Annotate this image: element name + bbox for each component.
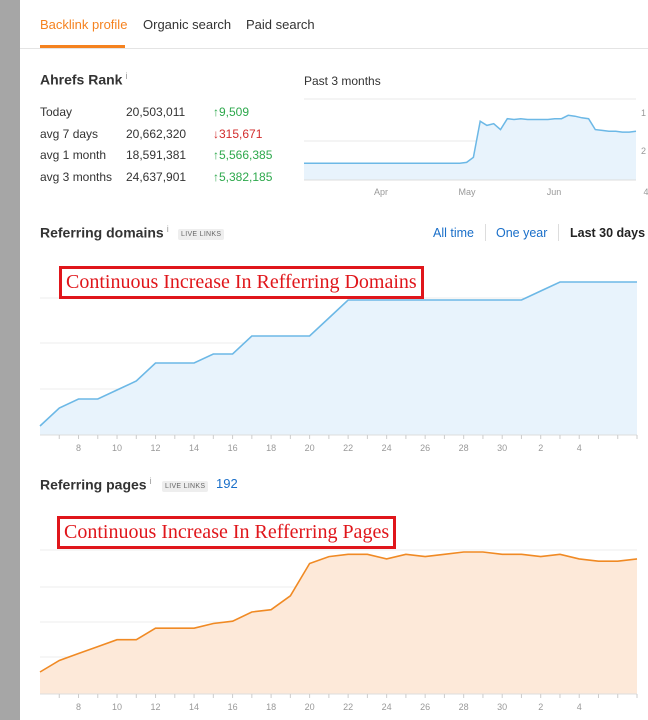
x-tick-label: 18 xyxy=(266,702,276,712)
rank-x-label: 4 xyxy=(643,187,648,197)
rank-row-change: ↑5,566,385 xyxy=(213,148,273,162)
rank-row-label: avg 1 month xyxy=(40,148,107,162)
x-tick-label: 26 xyxy=(420,443,430,453)
filter-divider xyxy=(485,224,486,241)
rank-chart-period: Past 3 months xyxy=(304,74,381,88)
rank-x-label: Jun xyxy=(547,187,562,197)
x-tick-label: 4 xyxy=(577,702,582,712)
x-tick-label: 14 xyxy=(189,702,199,712)
x-tick-label: 30 xyxy=(497,702,507,712)
referring-domains-title-text: Referring domains xyxy=(40,224,164,241)
info-icon[interactable]: i xyxy=(167,224,169,234)
x-tick-label: 18 xyxy=(266,443,276,453)
x-tick-label: 12 xyxy=(151,702,161,712)
x-tick-label: 20 xyxy=(305,443,315,453)
rank-row-label: avg 3 months xyxy=(40,169,113,184)
x-tick-label: 24 xyxy=(382,443,392,453)
referring-domains-title: Referring domains i xyxy=(40,224,169,241)
ahrefs-rank-title-text: Ahrefs Rank xyxy=(40,71,123,88)
x-tick-label: 16 xyxy=(228,702,238,712)
ahrefs-rank-title: Ahrefs Rank i xyxy=(40,71,127,88)
referring-pages-title: Referring pages i xyxy=(40,476,152,493)
filter-last-30-days[interactable]: Last 30 days xyxy=(570,226,645,240)
annotation-pages-text: Continuous Increase In Refferring Pages xyxy=(64,521,390,543)
rank-y-tick: 2 xyxy=(641,146,646,156)
annotation-domains: Continuous Increase In Refferring Domain… xyxy=(59,266,424,299)
x-tick-label: 20 xyxy=(305,702,315,712)
left-scrollbar-strip xyxy=(0,0,20,720)
info-icon[interactable]: i xyxy=(125,71,127,81)
tab-organic-search[interactable]: Organic search xyxy=(143,17,231,32)
referring-pages-title-text: Referring pages xyxy=(40,476,147,493)
x-tick-label: 10 xyxy=(112,443,122,453)
x-tick-label: 2 xyxy=(538,702,543,712)
live-links-badge: LIVE LINKS xyxy=(178,229,225,240)
x-tick-label: 22 xyxy=(343,702,353,712)
tab-bar: Backlink profile Organic search Paid sea… xyxy=(20,0,648,49)
rank-row-label: avg 7 days xyxy=(40,126,99,141)
annotation-domains-text: Continuous Increase In Refferring Domain… xyxy=(66,271,417,293)
rank-row-value: 20,503,011 xyxy=(126,105,186,119)
x-tick-label: 24 xyxy=(382,702,392,712)
x-tick-label: 30 xyxy=(497,443,507,453)
filter-one-year[interactable]: One year xyxy=(496,226,547,240)
domains-area-fill xyxy=(40,282,637,435)
rank-x-label: Apr xyxy=(374,187,388,197)
rank-row-value: 18,591,381 xyxy=(126,148,187,162)
rank-y-tick: 1 xyxy=(641,108,646,118)
rank-row-change: ↑5,382,185 xyxy=(213,169,273,184)
rank-row-value: 24,637,901 xyxy=(126,169,187,184)
x-tick-label: 4 xyxy=(577,443,582,453)
active-tab-underline xyxy=(40,45,125,48)
filter-all-time[interactable]: All time xyxy=(433,226,474,240)
x-tick-label: 8 xyxy=(76,443,81,453)
x-tick-label: 10 xyxy=(112,702,122,712)
rank-x-label: May xyxy=(458,187,476,197)
x-tick-label: 8 xyxy=(76,702,81,712)
x-tick-label: 28 xyxy=(459,702,469,712)
rank-row-value: 20,662,320 xyxy=(126,126,187,141)
info-icon[interactable]: i xyxy=(150,476,152,486)
tab-paid-search[interactable]: Paid search xyxy=(246,17,315,32)
rank-row-change: ↓315,671 xyxy=(213,126,263,141)
referring-pages-count[interactable]: 192 xyxy=(216,476,238,491)
live-links-badge: LIVE LINKS xyxy=(162,481,209,492)
rank-area-fill xyxy=(304,115,636,180)
x-tick-label: 2 xyxy=(538,443,543,453)
x-tick-label: 12 xyxy=(151,443,161,453)
x-tick-label: 22 xyxy=(343,443,353,453)
filter-divider xyxy=(558,224,559,241)
x-tick-label: 16 xyxy=(228,443,238,453)
x-tick-label: 28 xyxy=(459,443,469,453)
tab-backlink-profile[interactable]: Backlink profile xyxy=(40,17,127,32)
main-panel: Backlink profile Organic search Paid sea… xyxy=(20,0,648,720)
rank-row-label: Today xyxy=(40,105,73,119)
annotation-pages: Continuous Increase In Refferring Pages xyxy=(57,516,397,549)
rank-chart: Apr May Jun 4 1 2 xyxy=(304,98,648,197)
x-tick-label: 26 xyxy=(420,702,430,712)
pages-area-fill xyxy=(40,552,637,694)
x-tick-label: 14 xyxy=(189,443,199,453)
rank-row-change: ↑9,509 xyxy=(213,105,250,119)
